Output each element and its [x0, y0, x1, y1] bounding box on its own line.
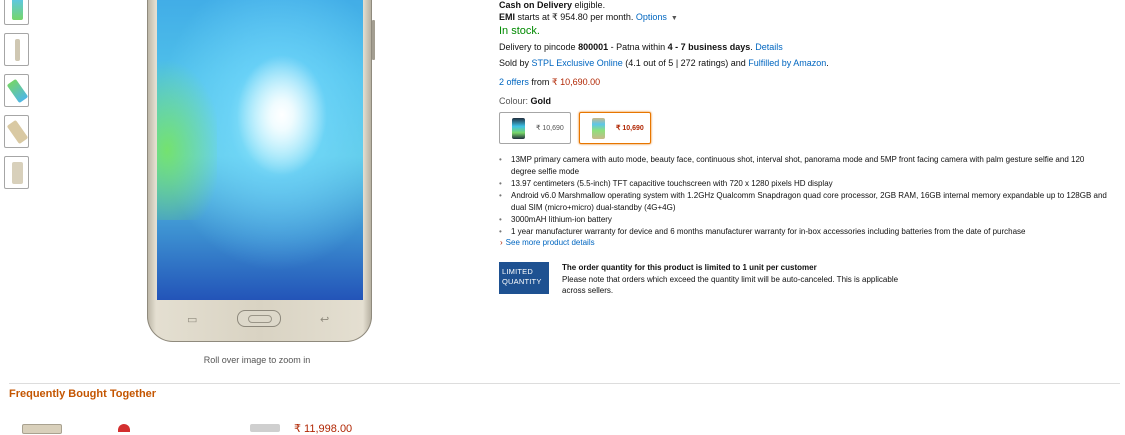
feature-bullets: 13MP primary camera with auto mode, beau… — [499, 154, 1111, 238]
feature-bullet: Android v6.0 Marshmallow operating syste… — [499, 190, 1111, 214]
offers-price: ₹ 10,690.00 — [551, 77, 601, 87]
feature-bullet: 13MP primary camera with auto mode, beau… — [499, 154, 1111, 178]
offers-from: from — [531, 77, 550, 87]
cod-suffix: eligible. — [574, 0, 606, 10]
zoom-hint: Roll over image to zoom in — [203, 355, 311, 365]
colour-line: Colour: Gold — [499, 96, 551, 106]
badge-line-1: LIMITED — [502, 267, 533, 276]
limit-body: Please note that orders which exceed the… — [562, 274, 899, 296]
emi-text: starts at ₹ 954.80 per month. — [517, 12, 634, 22]
fbt-product-image[interactable] — [22, 424, 62, 434]
delivery-details-link[interactable]: Details — [755, 42, 783, 52]
main-product-image[interactable]: ▭ ↩ — [0, 0, 500, 345]
feature-bullet: 1 year manufacturer warranty for device … — [499, 226, 1111, 238]
section-divider — [9, 383, 1120, 384]
recent-apps-key-icon: ▭ — [187, 314, 198, 326]
phone-side-button — [372, 20, 375, 60]
cod-line: Cash on Delivery eligible. — [499, 0, 605, 10]
limit-title: The order quantity for this product is l… — [562, 263, 817, 272]
colour-swatch-gold[interactable]: ₹ 10,690 — [579, 112, 651, 144]
see-more-label[interactable]: See more product details — [506, 238, 595, 247]
chevron-down-icon[interactable]: ▼ — [671, 15, 678, 22]
feature-bullet: 3000mAH lithium-ion battery — [499, 214, 1111, 226]
emi-label: EMI — [499, 12, 516, 22]
colour-label: Colour: — [499, 96, 529, 106]
stock-status: In stock. — [499, 25, 540, 37]
frequently-bought-title: Frequently Bought Together — [9, 388, 157, 400]
cod-label: Cash on Delivery — [499, 0, 573, 10]
delivery-city: - Patna within — [610, 42, 666, 52]
limit-notice: The order quantity for this product is l… — [562, 262, 902, 297]
seller-rating: (4.1 out of 5 | — [625, 58, 679, 68]
limited-quantity-badge: LIMITED QUANTITY — [499, 262, 549, 294]
feature-bullet: 13.97 centimeters (5.5-inch) TFT capacit… — [499, 178, 1111, 190]
back-key-icon: ↩ — [320, 314, 330, 326]
emi-options-link[interactable]: Options — [636, 12, 667, 22]
fbt-product-image[interactable] — [250, 424, 280, 432]
seller-prefix: Sold by — [499, 58, 530, 68]
seller-line: Sold by STPL Exclusive Online (4.1 out o… — [499, 58, 829, 68]
chevron-right-icon: › — [500, 238, 503, 247]
phone-screen-glow — [157, 60, 217, 220]
delivery-prefix: Delivery to pincode — [499, 42, 576, 52]
fbt-price: ₹ 11,998.00 — [294, 423, 353, 435]
seller-name-link[interactable]: STPL Exclusive Online — [532, 58, 623, 68]
fulfilled-by-amazon-link[interactable]: Fulfilled by Amazon — [748, 58, 826, 68]
delivery-pincode: 800001 — [578, 42, 609, 52]
home-button — [237, 310, 281, 327]
swatch-price: ₹ 10,690 — [536, 125, 564, 132]
badge-line-2: QUANTITY — [502, 277, 542, 286]
delivery-line: Delivery to pincode 800001 - Patna withi… — [499, 42, 783, 52]
offers-line: 2 offers from ₹ 10,690.00 — [499, 77, 600, 88]
swatch-phone-image — [512, 118, 525, 139]
offers-link[interactable]: 2 offers — [499, 77, 529, 87]
seller-ratings-count: 272 ratings) and — [680, 58, 746, 68]
see-more-link[interactable]: › See more product details — [500, 238, 595, 247]
swatch-price: ₹ 10,690 — [616, 125, 644, 132]
colour-swatch-black[interactable]: ₹ 10,690 — [499, 112, 571, 144]
colour-value: Gold — [530, 96, 552, 106]
swatch-phone-image — [592, 118, 605, 139]
delivery-days: 4 - 7 business days — [667, 42, 751, 52]
fbt-product-image[interactable] — [118, 424, 130, 432]
emi-line: EMI starts at ₹ 954.80 per month. Option… — [499, 12, 678, 23]
